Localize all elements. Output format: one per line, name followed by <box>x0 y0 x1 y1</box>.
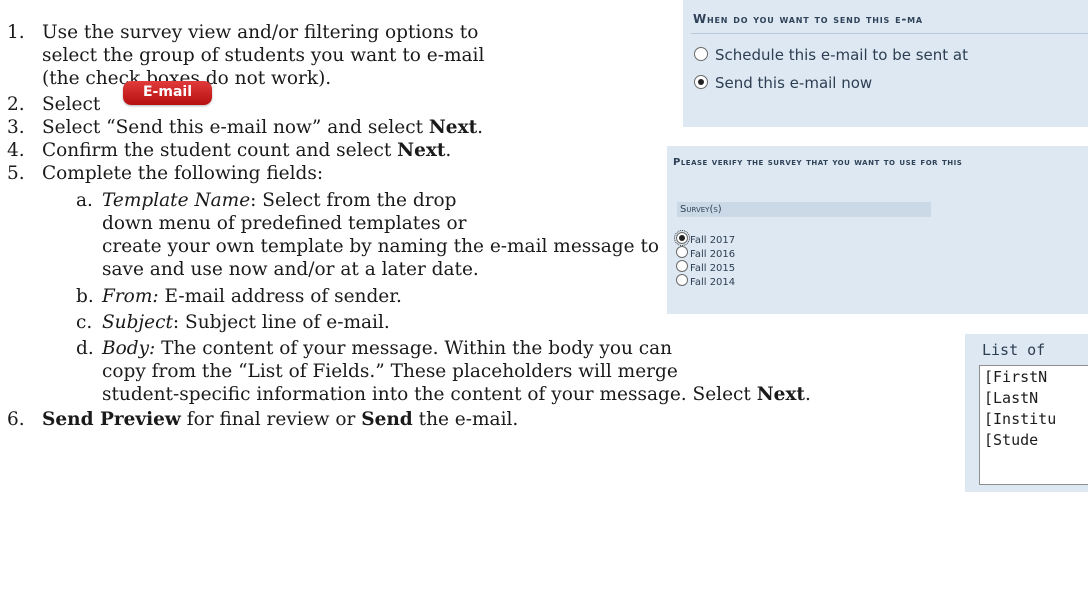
step-number: 4. <box>7 140 25 161</box>
step-text: Select “Send this e-mail now” and select… <box>42 117 484 138</box>
send-now-option[interactable]: Send this e-mail now <box>694 74 872 92</box>
radio-icon[interactable] <box>676 246 688 258</box>
survey-option-fall-2014[interactable]: Fall 2014 <box>676 274 735 288</box>
radio-selected-icon[interactable] <box>694 75 708 89</box>
step-number: 3. <box>7 117 25 138</box>
radio-selected-icon[interactable] <box>674 230 690 246</box>
survey-verify-panel: Please verify the survey that you want t… <box>667 146 1088 314</box>
substep-text: Body: The content of your message. Withi… <box>102 338 673 359</box>
step-text: select the group of students you want to… <box>42 45 485 66</box>
fields-listbox[interactable]: [FirstN [LastN [Institu [Stude <box>979 365 1088 485</box>
radio-icon[interactable] <box>676 274 688 286</box>
schedule-option[interactable]: Schedule this e-mail to be sent at <box>694 46 968 64</box>
field-item[interactable]: [Stude <box>984 431 1038 449</box>
survey-column-header: Survey(s) <box>677 202 931 217</box>
list-of-fields-title: List of <box>982 341 1046 359</box>
substep-text: down menu of predefined templates or <box>102 213 467 234</box>
survey-option-fall-2017[interactable]: Fall 2017 <box>674 230 735 246</box>
step-text: Confirm the student count and select Nex… <box>42 140 452 161</box>
step-number: 5. <box>7 163 25 184</box>
substep-letter: c. <box>76 312 93 333</box>
radio-icon[interactable] <box>694 47 708 61</box>
step-text: Use the survey view and/or filtering opt… <box>42 22 479 43</box>
instructions-document: 1. Use the survey view and/or filtering … <box>0 0 1088 594</box>
substep-text: Subject: Subject line of e-mail. <box>102 312 390 333</box>
substep-text: Template Name: Select from the drop <box>102 190 457 211</box>
send-timing-heading: When do you want to send this e-ma <box>693 12 923 26</box>
substep-text: create your own template by naming the e… <box>102 236 660 257</box>
substep-letter: b. <box>76 286 94 307</box>
field-item[interactable]: [Institu <box>984 410 1056 428</box>
step-text: Complete the following fields: <box>42 163 324 184</box>
step-number: 1. <box>7 22 25 43</box>
step-text: Select <box>42 94 101 115</box>
substep-text: save and use now and/or at a later date. <box>102 259 479 280</box>
substep-letter: a. <box>76 190 93 211</box>
substep-letter: d. <box>76 338 94 359</box>
step-number: 6. <box>7 409 25 430</box>
field-item[interactable]: [FirstN <box>984 368 1047 386</box>
radio-icon[interactable] <box>676 260 688 272</box>
step-number: 2. <box>7 94 25 115</box>
email-button[interactable]: E-mail <box>123 81 212 105</box>
divider <box>691 33 1088 34</box>
substep-text: From: E-mail address of sender. <box>102 286 402 307</box>
substep-text: copy from the “List of Fields.” These pl… <box>102 361 678 382</box>
substep-text: student-specific information into the co… <box>102 384 811 405</box>
field-item[interactable]: [LastN <box>984 389 1038 407</box>
survey-option-fall-2016[interactable]: Fall 2016 <box>676 246 735 260</box>
send-timing-panel: When do you want to send this e-ma Sched… <box>683 0 1088 127</box>
survey-option-fall-2015[interactable]: Fall 2015 <box>676 260 735 274</box>
step-text: Send Preview for final review or Send th… <box>42 409 519 430</box>
survey-verify-heading: Please verify the survey that you want t… <box>673 157 963 168</box>
list-of-fields-panel: List of [FirstN [LastN [Institu [Stude <box>965 334 1088 492</box>
